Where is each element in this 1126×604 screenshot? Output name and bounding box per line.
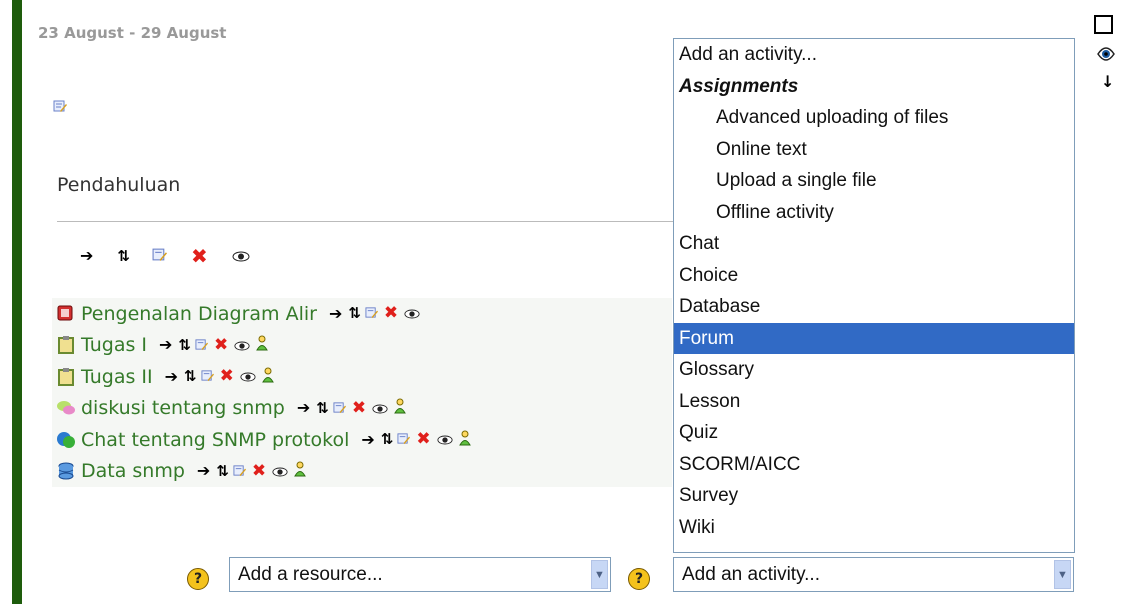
dropdown-option[interactable]: Choice [674,260,1074,292]
highlight-checkbox-icon[interactable] [1094,15,1113,34]
dropdown-option[interactable]: Offline activity [674,197,1074,229]
delete-icon[interactable]: ✖ [220,368,234,385]
activity-row: Pengenalan Diagram Alir ➔ ⇅ ✖ [52,298,672,330]
delete-icon[interactable]: ✖ [352,399,366,417]
indent-right-icon[interactable]: ➔ [165,368,178,385]
dropdown-option[interactable]: Wiki [674,512,1074,544]
add-activity-value: Add an activity... [682,564,820,585]
delete-icon[interactable]: ✖ [416,431,430,448]
add-activity-help-icon[interactable]: ? [628,568,650,590]
section-week-title: 23 August - 29 August [38,24,227,42]
group-mode-icon[interactable] [458,430,471,450]
add-resource-help-icon[interactable]: ? [187,568,209,590]
indent-right-icon[interactable]: ➔ [80,248,93,264]
delete-icon[interactable]: ✖ [214,336,228,354]
move-icon[interactable]: ⇅ [184,369,197,384]
assignment-icon [55,366,77,388]
chevron-down-icon[interactable]: ▼ [1054,560,1071,589]
move-icon[interactable]: ⇅ [178,337,191,353]
activity-controls: ➔ ⇅ ✖ [329,304,420,323]
indent-right-icon[interactable]: ➔ [361,431,374,448]
edit-icon[interactable] [195,336,208,355]
hide-eye-icon[interactable] [234,336,250,355]
add-resource-value: Add a resource... [238,564,383,585]
database-icon [55,460,77,482]
dropdown-option[interactable]: Advanced uploading of files [674,102,1074,134]
resource-icon [55,303,77,325]
indent-right-icon[interactable]: ➔ [329,305,342,322]
move-down-icon[interactable]: ↓ [1101,72,1114,91]
activity-link[interactable]: diskusi tentang snmp [81,397,285,419]
move-icon[interactable]: ⇅ [316,400,329,416]
edit-summary-icon[interactable] [53,98,67,117]
hide-eye-icon[interactable] [240,367,256,386]
chat-icon [55,429,77,451]
activity-controls: ➔ ⇅ ✖ [297,398,406,418]
group-mode-icon[interactable] [256,335,269,355]
section-name: Pendahuluan [57,174,181,196]
edit-icon[interactable] [233,462,246,481]
dropdown-option[interactable]: Quiz [674,417,1074,449]
dropdown-option[interactable]: Forum [674,322,1074,354]
edit-icon[interactable] [365,304,378,323]
section-controls: ➔ ⇅ ✖ [80,246,250,266]
activity-link[interactable]: Chat tentang SNMP protokol [81,429,349,451]
group-mode-icon[interactable] [262,367,274,387]
dropdown-option[interactable]: Glossary [674,354,1074,386]
dropdown-option[interactable]: SCORM/AICC [674,449,1074,481]
delete-icon[interactable]: ✖ [384,305,398,322]
activity-row: diskusi tentang snmp ➔ ⇅ ✖ [52,392,672,424]
dropdown-option[interactable]: Upload a single file [674,165,1074,197]
dropdown-option[interactable]: Add an activity... [674,39,1074,71]
indent-right-icon[interactable]: ➔ [297,400,310,416]
edit-icon[interactable] [397,430,411,449]
move-icon[interactable]: ⇅ [216,463,229,479]
activity-row: Tugas II ➔ ⇅ ✖ [52,361,672,393]
activity-list: Pengenalan Diagram Alir ➔ ⇅ ✖ Tugas I ➔ ⇅ ✖ Tuga… [52,298,672,487]
move-icon[interactable]: ⇅ [381,432,394,447]
hide-eye-icon[interactable] [232,247,250,266]
dropdown-option[interactable]: Database [674,291,1074,323]
activity-controls: ➔ ⇅ ✖ [197,461,307,481]
dropdown-option[interactable]: Lesson [674,386,1074,418]
chevron-down-icon[interactable]: ▼ [591,560,608,589]
hide-eye-icon[interactable] [404,304,420,323]
forum-icon [55,397,77,419]
group-mode-icon[interactable] [294,461,307,481]
hide-eye-icon[interactable] [437,430,453,449]
hide-eye-icon[interactable] [272,462,288,481]
add-activity-select[interactable]: Add an activity... ▼ [673,557,1074,592]
dropdown-option[interactable]: Chat [674,228,1074,260]
move-icon[interactable]: ⇅ [348,306,361,321]
delete-icon[interactable]: ✖ [252,462,266,480]
dropdown-option[interactable]: Online text [674,134,1074,166]
activity-link[interactable]: Tugas II [81,366,153,388]
indent-right-icon[interactable]: ➔ [197,463,210,479]
section-highlight-bar [12,0,22,604]
group-mode-icon[interactable] [394,398,406,418]
edit-icon[interactable] [152,247,167,266]
edit-icon[interactable] [333,399,346,418]
activity-row: Chat tentang SNMP protokol ➔ ⇅ ✖ [52,424,672,456]
activity-controls: ➔ ⇅ ✖ [165,367,274,387]
activity-link[interactable]: Pengenalan Diagram Alir [81,303,317,325]
move-icon[interactable]: ⇅ [117,248,130,264]
assignment-icon [55,334,77,356]
add-resource-select[interactable]: Add a resource... ▼ [229,557,611,592]
edit-icon[interactable] [201,367,214,386]
activity-link[interactable]: Tugas I [81,334,147,356]
hide-eye-icon[interactable] [372,399,388,418]
activity-link[interactable]: Data snmp [81,460,185,482]
dropdown-option[interactable]: Survey [674,480,1074,512]
activity-controls: ➔ ⇅ ✖ [361,430,471,450]
add-activity-dropdown-list[interactable]: Add an activity... Assignments Advanced up… [673,38,1075,553]
activity-row: Tugas I ➔ ⇅ ✖ [52,329,672,361]
delete-icon[interactable]: ✖ [191,246,208,266]
activity-controls: ➔ ⇅ ✖ [159,335,269,355]
indent-right-icon[interactable]: ➔ [159,337,172,353]
activity-row: Data snmp ➔ ⇅ ✖ [52,455,672,487]
dropdown-group-label: Assignments [679,75,799,97]
show-hide-eye-icon[interactable] [1096,42,1116,66]
